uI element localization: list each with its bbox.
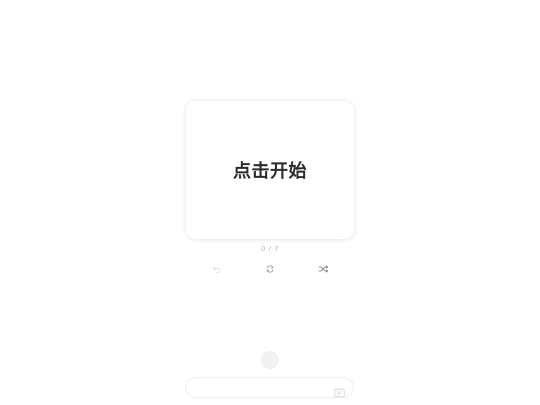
shuffle-button[interactable] xyxy=(316,262,330,276)
shuffle-icon xyxy=(318,264,329,274)
refresh-icon xyxy=(265,264,275,274)
undo-icon xyxy=(212,264,222,274)
input-bar xyxy=(185,377,354,398)
restart-button[interactable] xyxy=(263,262,277,276)
undo-button[interactable] xyxy=(210,262,224,276)
flashcard-app: 点击开始 0 / 7 xyxy=(0,0,540,405)
flashcard-label: 点击开始 xyxy=(233,161,307,182)
voice-button[interactable] xyxy=(261,351,279,369)
progress-counter: 0 / 7 xyxy=(260,245,280,253)
text-input[interactable] xyxy=(194,381,334,395)
flashcard[interactable]: 点击开始 xyxy=(186,101,354,239)
deck-icon[interactable] xyxy=(334,383,345,398)
